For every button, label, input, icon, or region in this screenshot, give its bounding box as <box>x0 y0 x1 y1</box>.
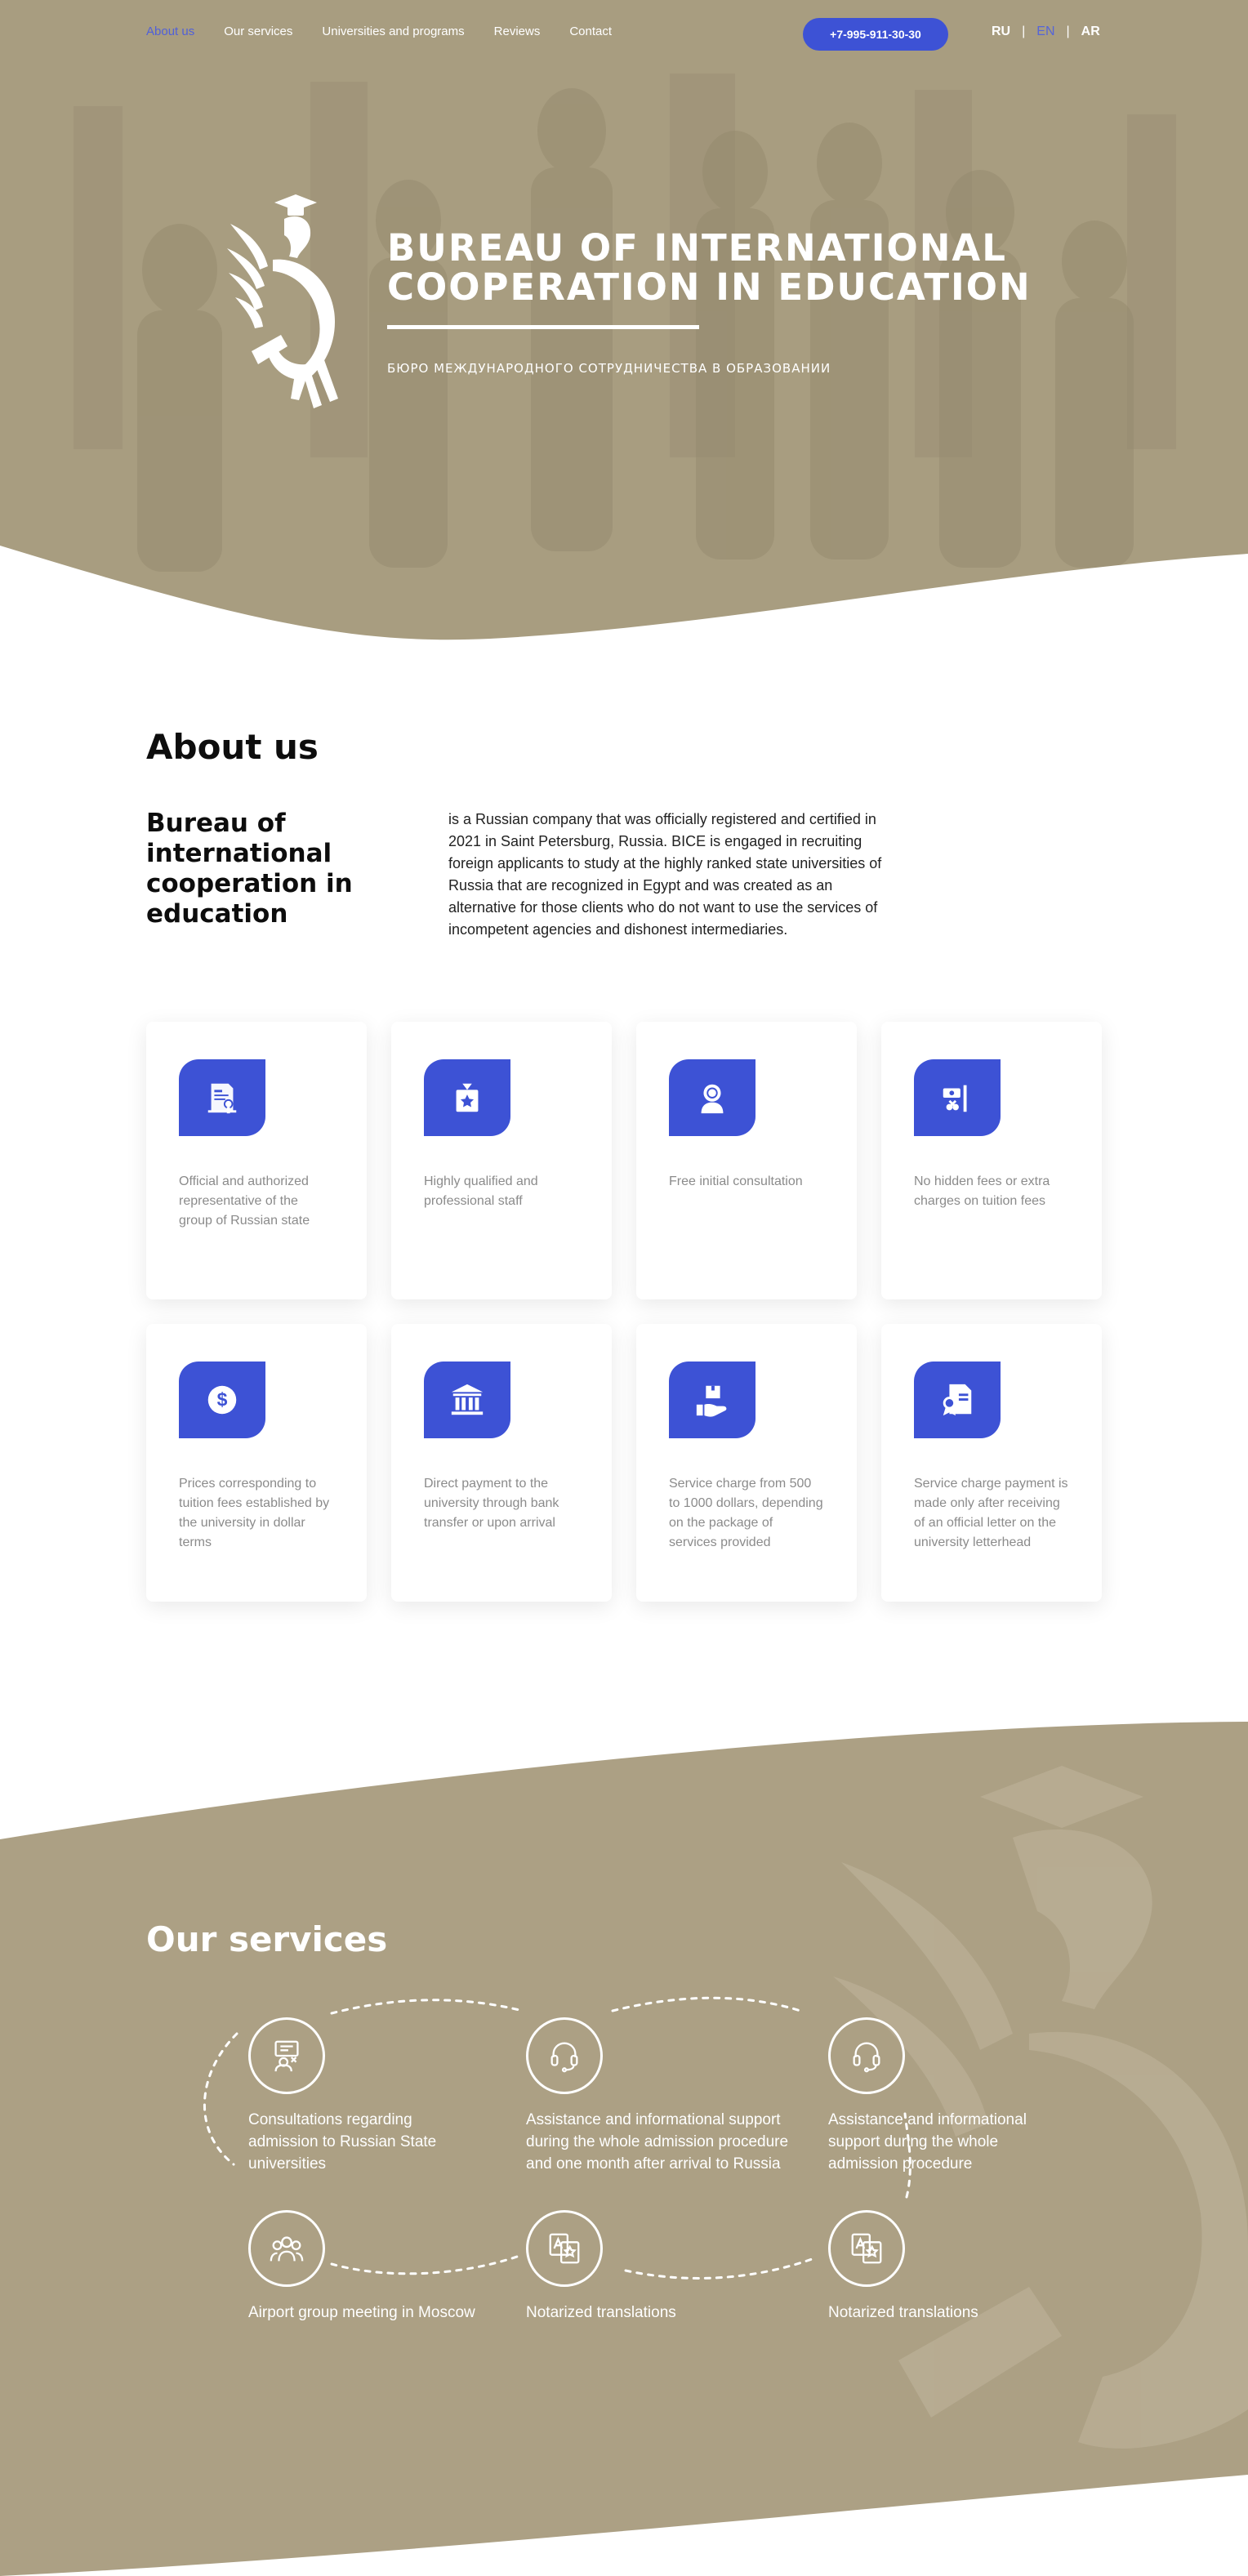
lang-ru[interactable]: RU <box>992 25 1010 39</box>
nav-link-reviews[interactable]: Reviews <box>494 25 541 38</box>
about-title: About us <box>146 727 319 767</box>
feature-card-text: Direct payment to the university through… <box>424 1477 559 1530</box>
award-box-icon <box>424 1059 510 1136</box>
feature-card-text: Prices corresponding to tuition fees est… <box>179 1477 330 1549</box>
lang-ar[interactable]: AR <box>1081 25 1100 39</box>
feature-card-text: Service charge payment is made only afte… <box>914 1477 1068 1549</box>
lang-en[interactable]: EN <box>1036 25 1054 39</box>
service-item: Notarized translations <box>828 2210 992 2324</box>
feature-card-text: Highly qualified and professional staff <box>424 1174 538 1208</box>
hero-title-line1: BUREAU OF INTERNATIONAL <box>387 226 1007 270</box>
hero-title-line2: COOPERATION IN EDUCATION <box>387 265 1032 309</box>
lang-separator: | <box>1022 25 1026 38</box>
feature-card-text: Service charge from 500 to 1000 dollars,… <box>669 1477 823 1549</box>
feature-card: Highly qualified and professional staff <box>391 1022 612 1299</box>
nav-link-services[interactable]: Our services <box>224 25 292 38</box>
feature-card: Official and authorized representative o… <box>146 1022 367 1299</box>
service-text: Notarized translations <box>828 2304 978 2321</box>
feature-card-text: Official and authorized representative o… <box>179 1174 310 1228</box>
service-item: Assistance and informational support dur… <box>828 2017 1065 2175</box>
service-text: Notarized translations <box>526 2304 676 2321</box>
service-text: Airport group meeting in Moscow <box>248 2304 475 2321</box>
service-text: Assistance and informational support dur… <box>526 2111 789 2173</box>
feature-card: Service charge payment is made only afte… <box>881 1324 1102 1602</box>
feature-cards: Official and authorized representative o… <box>146 1022 1103 1602</box>
nav-link-about[interactable]: About us <box>146 25 194 38</box>
feature-card: Free initial consultation <box>636 1022 857 1299</box>
service-item: Assistance and informational support dur… <box>526 2017 804 2175</box>
language-switcher: RU | EN | AR <box>992 25 1100 39</box>
hero-subtitle: БЮРО МЕЖДУНАРОДНОГО СОТРУДНИЧЕСТВА В ОБР… <box>387 361 831 376</box>
about-description: is a Russian company that was officially… <box>448 811 882 938</box>
headset-icon <box>828 2017 905 2094</box>
feature-card-text: No hidden fees or extra charges on tuiti… <box>914 1174 1050 1208</box>
svg-text:$: $ <box>217 1389 228 1411</box>
about-subtitle: Bureau of international cooperation in e… <box>146 809 353 929</box>
top-nav: About us Our services Universities and p… <box>0 18 1248 51</box>
services-section: Our services Consultations regarding adm… <box>0 1707 1248 2576</box>
feature-card: $ Prices corresponding to tuition fees e… <box>146 1324 367 1602</box>
translation-icon <box>828 2210 905 2287</box>
feature-card: Direct payment to the university through… <box>391 1324 612 1602</box>
feature-card: Service charge from 500 to 1000 dollars,… <box>636 1324 857 1602</box>
nav-link-contact[interactable]: Contact <box>569 25 612 38</box>
hand-package-icon <box>669 1362 755 1438</box>
dollar-coin-icon: $ <box>179 1362 265 1438</box>
nav-links: About us Our services Universities and p… <box>146 25 612 38</box>
bank-building-icon <box>424 1362 510 1438</box>
group-icon <box>248 2210 325 2287</box>
phone-button[interactable]: +7-995-911-30-30 <box>803 18 948 51</box>
headset-icon <box>526 2017 603 2094</box>
feature-card-text: Free initial consultation <box>669 1174 803 1188</box>
hero-divider <box>387 325 699 329</box>
certificate-icon <box>179 1059 265 1136</box>
service-item: Airport group meeting in Moscow <box>248 2210 485 2324</box>
feature-card: No hidden fees or extra charges on tuiti… <box>881 1022 1102 1299</box>
service-item: Notarized translations <box>526 2210 689 2324</box>
consultation-icon <box>248 2017 325 2094</box>
hero-section: About us Our services Universities and p… <box>0 0 1248 653</box>
translation-icon <box>526 2210 603 2287</box>
service-item: Consultations regarding admission to Rus… <box>248 2017 485 2175</box>
hero-title: BUREAU OF INTERNATIONAL COOPERATION IN E… <box>387 229 1041 307</box>
eagle-logo-icon <box>227 194 338 408</box>
service-text: Consultations regarding admission to Rus… <box>248 2111 437 2173</box>
official-letter-icon <box>914 1362 1001 1438</box>
support-agent-icon <box>669 1059 755 1136</box>
lang-separator: | <box>1066 25 1070 38</box>
no-charges-icon <box>914 1059 1001 1136</box>
service-text: Assistance and informational support dur… <box>828 2111 1027 2173</box>
nav-link-universities[interactable]: Universities and programs <box>322 25 464 38</box>
